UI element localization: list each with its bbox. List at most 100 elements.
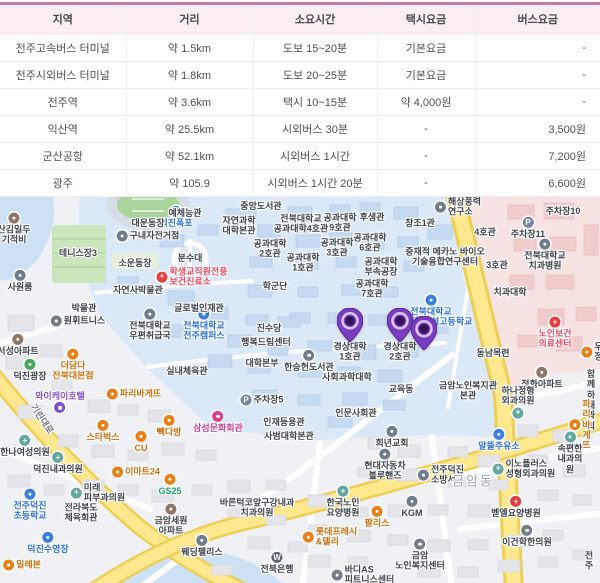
map-label[interactable]: 전북대학교 전주캠퍼스	[183, 309, 224, 342]
map-label[interactable]: 사원룸	[8, 270, 33, 292]
map-label[interactable]: 4호관	[474, 227, 496, 237]
map-label[interactable]: 전라북도 체육회관	[64, 503, 97, 524]
map-label-text: 전북은행	[260, 564, 293, 574]
table-cell: 3,500원	[475, 115, 600, 142]
map-label[interactable]: 공과대학 2호관	[253, 239, 286, 260]
map-label[interactable]: CU	[135, 431, 148, 453]
map-label[interactable]: 경상대학 1호관	[333, 342, 366, 363]
transport-table: 지역거리소요시간택시요금버스요금 전주고속버스 터미널약 1.5km도보 15~…	[0, 0, 600, 197]
campus-map[interactable]: 벽진폭포산김일두 기적비대운동장구내자전거점테니스장3소운동장분수대예체능관중앙…	[0, 197, 600, 583]
map-label[interactable]: 3호관	[486, 260, 508, 270]
map-label[interactable]: +노인보건 의료센터	[538, 317, 571, 350]
map-label[interactable]: 공과대학 7호관	[355, 279, 388, 300]
map-label[interactable]: 전북대학교 공과대학4호관	[274, 214, 329, 235]
map-label[interactable]: 금암세원 아파트	[154, 504, 187, 537]
map-label[interactable]: +덕진내과의원	[33, 452, 83, 474]
map-label[interactable]: 중재적 메카노 바이오 기술융합연구센터	[405, 247, 485, 268]
map-label[interactable]: 이건학한의원	[502, 525, 552, 547]
map-label[interactable]: 공과대학 6호관	[353, 233, 386, 254]
map-label[interactable]: 후생관	[360, 212, 385, 222]
map-label[interactable]: 금암노인복지관 본관	[439, 381, 497, 402]
map-pin[interactable]	[387, 308, 413, 342]
map-label[interactable]: 공과대학 3호관	[320, 238, 353, 259]
map-label[interactable]: 팔리스	[365, 506, 390, 528]
map-label[interactable]: 치과대학	[493, 287, 526, 297]
map-label[interactable]: 공과대학 부속공장	[364, 257, 397, 278]
map-label[interactable]: 실내체육관	[166, 366, 207, 376]
map-label[interactable]: 박물관	[72, 303, 97, 313]
map-label[interactable]: 학군단	[263, 281, 288, 291]
map-label[interactable]: +한국노인 요양병원	[326, 486, 359, 519]
map-pin[interactable]	[411, 316, 437, 350]
map-label[interactable]: 해상풍력 연구소	[435, 197, 481, 217]
map-pin[interactable]	[337, 308, 363, 342]
map-label[interactable]: 우정	[581, 342, 600, 363]
map-label[interactable]: GS25	[158, 474, 181, 496]
map-label[interactable]: 전주	[584, 551, 595, 572]
map-label[interactable]: 교육동	[389, 384, 414, 394]
map-label[interactable]: 롯데프레시 &델리	[303, 527, 357, 548]
table-cell: 택시 10~15분	[253, 88, 377, 115]
map-label[interactable]: 전북대학교 치과병원	[524, 239, 565, 272]
map-label[interactable]: +미래 피부과의원	[71, 483, 125, 504]
map-label[interactable]: 원휘트니스	[51, 316, 105, 327]
map-label[interactable]: 테니스장3	[59, 248, 97, 258]
map-label[interactable]: 바른턱코앞구강내과 치과의원	[220, 498, 295, 519]
map-label[interactable]: 공과대학 9호관	[323, 213, 356, 234]
map-label[interactable]: 산김일두 기적비	[0, 213, 31, 246]
column-header: 거리	[126, 5, 253, 34]
map-label[interactable]: 분수대	[178, 253, 203, 263]
map-label[interactable]: 전주덕진 초등학교	[13, 489, 46, 522]
map-label[interactable]: 대운동장	[131, 218, 164, 228]
map-label[interactable]: 대학본부	[245, 358, 278, 368]
map-label[interactable]: W전북은행	[260, 552, 293, 574]
map-label[interactable]: 일레븐	[3, 560, 41, 571]
map-label[interactable]: 자연사박물관	[113, 285, 163, 295]
map-label[interactable]: 자연과학 대학본관	[222, 216, 255, 237]
map-label[interactable]: 삼성문화회관	[193, 411, 243, 433]
map-label[interactable]: 빽다방	[157, 415, 182, 437]
map-label[interactable]: 인문사회관	[335, 408, 376, 418]
map-label[interactable]: 이마트24	[112, 467, 160, 478]
map-label[interactable]: 주차장10	[546, 206, 581, 216]
blue-poi-icon	[25, 489, 36, 500]
map-label-text: 공과대학 2호관	[253, 239, 286, 260]
map-label[interactable]: 행복드림센터	[241, 337, 291, 347]
map-label[interactable]: 진수당	[257, 323, 282, 333]
map-label[interactable]: 한승헌도서관	[284, 350, 334, 372]
map-label[interactable]: 구내자전거점	[117, 231, 180, 242]
map-label[interactable]: 창조1관	[405, 218, 435, 228]
gray-poi-icon	[332, 570, 343, 581]
map-label[interactable]: +학생교직원전용 보건진료소	[157, 267, 228, 288]
map-label[interactable]: KGM	[402, 496, 423, 518]
map-label[interactable]: 금암 노인복지센터	[395, 539, 445, 572]
map-label[interactable]: +하나정형 외과의원	[501, 386, 534, 419]
map-label[interactable]: 더담다 전북대본점	[52, 349, 93, 382]
map-label[interactable]: 서성아파트	[0, 334, 39, 356]
map-label[interactable]: 중앙도서관	[240, 201, 281, 211]
map-label[interactable]: 예체능관	[168, 208, 201, 218]
map-label[interactable]: 전북대학교 우편취급국	[129, 309, 170, 342]
map-label[interactable]: +속편한 내과의원	[555, 431, 585, 474]
map-label[interactable]: 글로벌인재관	[174, 303, 224, 313]
map-label[interactable]: 공과대학 1호관	[286, 253, 319, 274]
map-label[interactable]: 파리바게뜨	[107, 389, 161, 400]
map-label[interactable]: 인재등용관	[263, 417, 304, 427]
map-label[interactable]: 덕진수영장	[27, 532, 68, 554]
map-label[interactable]: 사범대학본관	[264, 431, 314, 441]
map-label[interactable]: 사회과학대학	[322, 372, 372, 382]
map-label[interactable]: 스타벅스	[86, 420, 119, 442]
map-label[interactable]: 소운동장	[118, 258, 151, 268]
map-label[interactable]: P주차장5	[241, 395, 284, 406]
map-label[interactable]: 희년교회	[375, 426, 408, 448]
map-label[interactable]: +벧엘요양병원	[491, 496, 541, 518]
map-label[interactable]: 바디AS 피트니스센터	[332, 565, 395, 583]
map-label[interactable]: 웨딩팰리스	[181, 535, 222, 557]
map-label[interactable]: +이노플러스 성형외과의원	[493, 459, 556, 480]
map-label[interactable]: 알뜰주유소	[478, 429, 519, 451]
map-label[interactable]: 덕진광장	[13, 359, 46, 381]
map-label[interactable]: 동남목련	[476, 348, 509, 358]
map-label[interactable]: 금암동	[452, 475, 494, 490]
map-label[interactable]: P주차장11	[511, 217, 545, 239]
map-label[interactable]: 현대자동차 블루핸즈	[364, 449, 405, 482]
